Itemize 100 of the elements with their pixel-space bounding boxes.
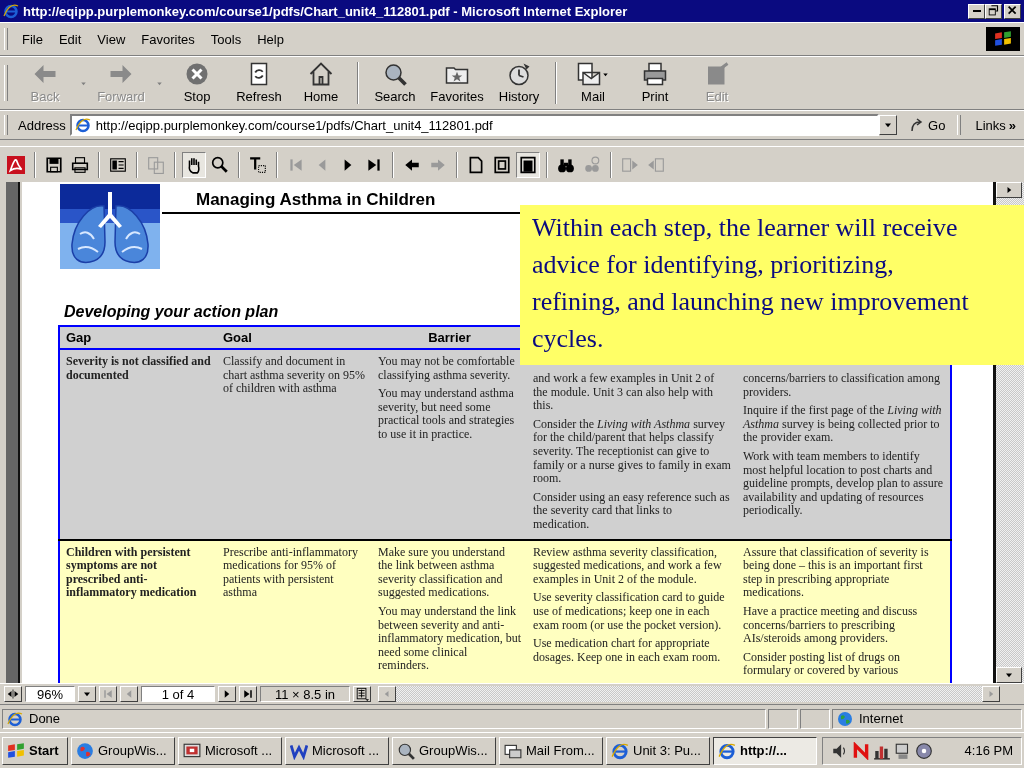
toolbar-button[interactable]: Refresh — [228, 59, 290, 107]
page-arrow-icon — [621, 155, 639, 174]
links-button[interactable]: Links » — [971, 117, 1020, 133]
table-cell-text: Consider the Living with Asthma survey for the child/parent that helps classify severity. The receptionist can give to family or a nurse gives to family in exam room. — [533, 417, 731, 486]
menu-item[interactable]: View — [89, 29, 134, 49]
toolbar-button[interactable]: Print — [624, 59, 686, 107]
chevron: » — [1008, 117, 1016, 133]
taskbar-button[interactable]: GroupWis... — [71, 736, 175, 765]
go-button[interactable]: Go — [901, 117, 954, 133]
table-cell-text: concerns/barriers to classification among providers. — [743, 372, 941, 400]
taskbar-button[interactable]: Unit 3: Pu... — [606, 736, 710, 765]
clock: 4:16 PM — [964, 743, 1013, 758]
table-cell-text: You may not be comfortable classifying asthma severity. — [378, 355, 516, 383]
column-header: Goal — [217, 326, 372, 349]
table-cell-text: Use severity classification card to guide use of medications; keep one in each exam room (or use the pocket version). — [533, 591, 726, 633]
callout-tooltip: Within each step, the learner will receive advice for identifying, prioritizing, refining, and launching new improvement cycles. — [520, 205, 1024, 365]
table-cell-text: Work with team members to identify most helpful location to post charts and guideline prompts, develop plan to assure availability and updating of resources periodically. — [743, 449, 944, 518]
menu-item[interactable]: Favorites — [133, 29, 203, 49]
logo-icon — [7, 155, 25, 174]
status-text: Done — [29, 711, 61, 726]
globe-icon — [837, 710, 853, 727]
back-arrow-icon — [33, 62, 57, 86]
table-cell-text: Inquire if the first page of the Living with Asthma survey is being collected prior to the provider exam. — [743, 404, 943, 445]
browser-icon — [74, 117, 91, 133]
last-page-icon — [242, 688, 254, 700]
table-cell-text: Assure that classification of severity is being done – this is an important first step in prescribing appropriate medications. — [743, 545, 930, 600]
window-title: http://eqipp.purplemonkey.com/course1/pdfs/Chart_unit4_112801.pdf - Microsoft Internet Explorer — [23, 3, 629, 19]
tool-button[interactable] — [516, 151, 540, 178]
zoom-dropdown-button[interactable] — [78, 686, 96, 702]
page-layout-icon — [355, 687, 369, 701]
document-title: Managing Asthma in Children — [196, 190, 436, 210]
page-size-field: 11 × 8.5 in — [260, 686, 350, 702]
table-cell-text: and work a few examples in Unit 2 of the module. Unit 3 can also help with this. — [533, 372, 716, 413]
menu-item[interactable]: File — [14, 29, 51, 49]
split-arrows-icon — [7, 688, 19, 700]
tool-button[interactable] — [182, 151, 206, 178]
table-cell-text: Consider using an easy reference such as the severity card that links to medication. — [533, 490, 731, 532]
close-button[interactable] — [1004, 3, 1021, 19]
page-field[interactable]: 1 of 4 — [141, 686, 215, 702]
toolbar-button[interactable]: Home — [290, 59, 352, 107]
table-cell-text: Make sure you understand the link between asthma severity classification and suggested medications. — [378, 545, 506, 600]
next-page-button[interactable] — [218, 686, 236, 702]
taskbar-button[interactable]: Microsoft ... — [285, 736, 389, 765]
menu-item[interactable]: Edit — [50, 29, 90, 49]
table-cell-text: You may understand the link between severity and anti-inflammatory medication, but need some clinical reminders. — [378, 604, 521, 673]
panel-icon — [109, 155, 127, 174]
table-cell-text: Use medication chart for appropriate dosages. Keep one in each exam room. — [533, 637, 722, 665]
windows-flag-icon — [7, 741, 25, 760]
address-label: Address — [18, 117, 66, 133]
menu-item[interactable]: Help — [249, 29, 292, 49]
restore-button[interactable] — [985, 3, 1002, 19]
minimize-icon — [972, 10, 981, 12]
table-cell-text: You may understand asthma severity, but need some practical tools and strategies to use it in practice. — [378, 387, 516, 442]
scroll-down-button[interactable] — [996, 667, 1022, 683]
menu-item[interactable]: Tools — [202, 29, 250, 49]
disc-icon — [915, 741, 933, 760]
taskbar-button[interactable]: GroupWis... — [392, 736, 496, 765]
table-cell-text: Have a practice meeting and discuss concerns/barriers to prescribing AIs/steroids among providers. — [743, 604, 919, 646]
start-button[interactable]: Start — [2, 736, 68, 765]
toolbar-button[interactable]: Stop — [166, 59, 228, 107]
text-select-icon — [249, 155, 267, 174]
house-icon — [309, 62, 333, 86]
dropdown-button[interactable] — [879, 115, 898, 135]
expand-button[interactable] — [996, 182, 1022, 198]
monitor-icon — [183, 741, 201, 760]
zoom-field[interactable]: 96% — [25, 686, 75, 702]
fit-page-icon — [493, 155, 511, 174]
clock-icon — [507, 62, 531, 86]
page-arrow-icon — [647, 155, 665, 174]
first-page-icon — [102, 688, 114, 700]
column-header: Gap — [59, 326, 217, 349]
page-layout-button[interactable] — [353, 686, 371, 702]
toolbar-button[interactable]: Search — [364, 59, 426, 107]
web-search-icon — [583, 155, 601, 174]
address-field[interactable]: http://eqipp.purplemonkey.com/course1/pdfs/Chart_unit4_112801.pdf — [69, 114, 880, 136]
taskbar-button[interactable]: http://... — [713, 736, 817, 765]
restore-icon — [986, 4, 1001, 18]
last-page-button[interactable] — [239, 686, 257, 702]
toolbar-button[interactable]: Mail — [562, 59, 624, 107]
table-cell-text: Consider posting list of drugs on formulary or covered by various — [743, 650, 901, 678]
search-icon — [397, 741, 415, 760]
copy-icon — [147, 155, 165, 174]
split-button[interactable] — [4, 686, 22, 702]
toolbar-button[interactable]: History — [488, 59, 550, 107]
minimize-button[interactable] — [968, 3, 985, 19]
toolbar-button[interactable]: Favorites — [426, 59, 488, 107]
browser-icon — [7, 710, 23, 727]
table-cell: Classify and document in chart asthma severity on 95% of children with asthma — [217, 349, 372, 540]
taskbar-button[interactable]: Microsoft ... — [178, 736, 282, 765]
zone-text: Internet — [859, 711, 904, 726]
taskbar-button[interactable]: Mail From... — [499, 736, 603, 765]
search-icon — [383, 62, 407, 86]
status-pane — [768, 708, 798, 729]
status-pane — [800, 708, 830, 729]
browser-icon — [3, 3, 19, 19]
page-icon — [467, 155, 485, 174]
printer-icon — [643, 62, 667, 86]
section-heading: Developing your action plan — [64, 303, 279, 320]
logo-icon — [852, 741, 870, 760]
stop-icon — [185, 62, 209, 86]
